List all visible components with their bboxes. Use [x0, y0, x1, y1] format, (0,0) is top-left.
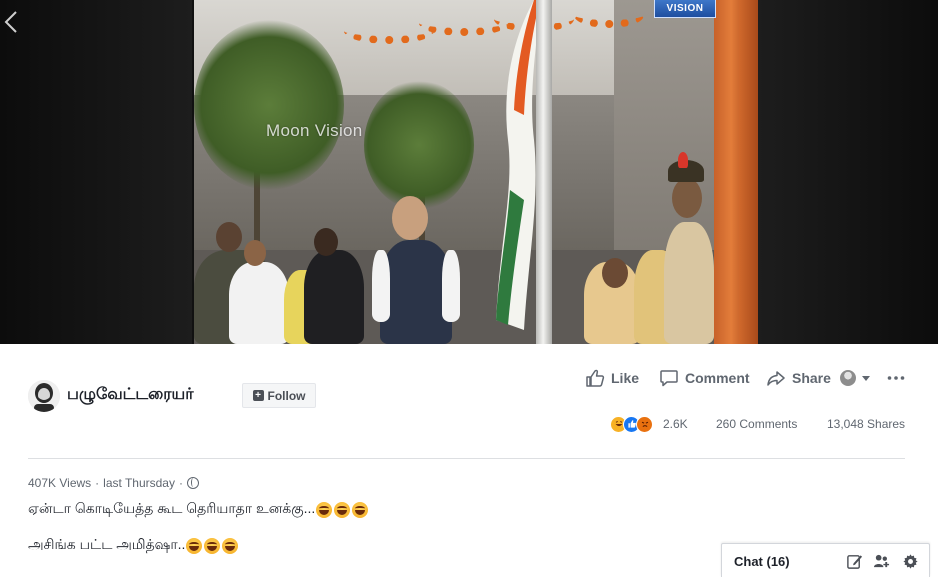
person-head: [216, 222, 242, 252]
channel-logo: VISION: [654, 0, 716, 18]
laughing-emoji-group: [186, 537, 239, 554]
shares-count-link[interactable]: 13,048 Shares: [827, 417, 905, 431]
laughing-emoji-icon: [352, 501, 369, 518]
view-count: 407K Views: [28, 476, 92, 490]
chevron-down-icon: [862, 375, 870, 381]
share-arrow-icon: [767, 371, 785, 386]
post-as-selector[interactable]: [840, 367, 870, 389]
comment-bubble-icon: [660, 370, 678, 387]
person-head: [392, 196, 428, 240]
section-divider: [28, 458, 905, 459]
chat-label[interactable]: Chat (16): [734, 554, 790, 569]
like-label: Like: [611, 370, 640, 386]
laughing-emoji-icon: [316, 501, 333, 518]
video-backdrop-right: [758, 0, 938, 344]
garland-decoration: [574, 2, 644, 28]
post-timestamp[interactable]: last Thursday: [103, 476, 175, 490]
person-figure: [304, 250, 364, 344]
person-figure: [664, 222, 714, 344]
angry-reaction-icon: [636, 415, 653, 433]
person-figure: [229, 262, 289, 344]
video-watermark: Moon Vision: [266, 121, 363, 140]
laughing-emoji-icon: [204, 537, 221, 554]
globe-icon[interactable]: [186, 477, 199, 489]
laughing-emoji-icon: [334, 501, 351, 518]
post-meta: 407K Views · last Thursday ·: [28, 476, 199, 490]
video-stage[interactable]: Moon Vision VISION: [0, 0, 938, 344]
gear-icon[interactable]: [902, 553, 919, 570]
share-button[interactable]: Share: [766, 367, 831, 389]
caption-line-1: ஏன்டா கொடியேத்த கூட தெரியாதா உனக்கு...: [28, 500, 369, 519]
page-avatar[interactable]: [28, 380, 60, 412]
caption-text-1: ஏன்டா கொடியேத்த கூட தெரியாதா உனக்கு...: [28, 500, 316, 516]
video-backdrop-left: [0, 0, 192, 344]
person-sleeve: [442, 250, 460, 322]
more-options-button[interactable]: [886, 367, 906, 389]
person-head: [602, 258, 628, 288]
tree-foliage: [364, 80, 474, 210]
viewer-avatar: [840, 370, 856, 386]
flag-pole: [536, 0, 552, 344]
meta-separator: ·: [178, 476, 183, 490]
more-dots-icon: [887, 376, 905, 380]
person-head: [314, 228, 338, 256]
person-head: [244, 240, 266, 266]
thumbs-up-icon: [586, 369, 605, 387]
comment-button[interactable]: Comment: [659, 367, 750, 389]
laughing-emoji-icon: [186, 537, 203, 554]
comment-label: Comment: [685, 370, 750, 386]
back-arrow-icon[interactable]: [4, 10, 24, 36]
new-message-icon[interactable]: [846, 553, 863, 570]
video-player[interactable]: Moon Vision VISION: [194, 0, 758, 344]
caption-line-2: அசிங்க பட்ட அமித்ஷா..: [28, 536, 239, 555]
hat-plume: [678, 152, 688, 168]
flag-graphic: [496, 0, 540, 330]
person-sleeve: [372, 250, 390, 322]
create-group-icon[interactable]: [873, 553, 890, 570]
person-head: [672, 178, 702, 218]
chat-dock[interactable]: Chat (16): [721, 543, 930, 577]
like-button[interactable]: Like: [585, 367, 639, 389]
follow-button-label: Follow: [267, 388, 306, 403]
laughing-emoji-icon: [222, 537, 239, 554]
share-label: Share: [792, 370, 831, 386]
follow-plus-icon: +: [252, 390, 264, 401]
reaction-summary[interactable]: [610, 415, 653, 433]
reaction-count[interactable]: 2.6K: [663, 417, 688, 431]
page-name[interactable]: பழுவேட்டரையர்: [67, 385, 194, 405]
laughing-emoji-group: [316, 501, 369, 518]
curtain-decoration: [739, 0, 758, 344]
follow-button[interactable]: + Follow: [242, 383, 316, 408]
caption-text-2: அசிங்க பட்ட அமித்ஷா..: [28, 536, 186, 552]
comments-count-link[interactable]: 260 Comments: [716, 417, 797, 431]
tree-foliage: [194, 20, 344, 190]
meta-separator: ·: [95, 476, 100, 490]
